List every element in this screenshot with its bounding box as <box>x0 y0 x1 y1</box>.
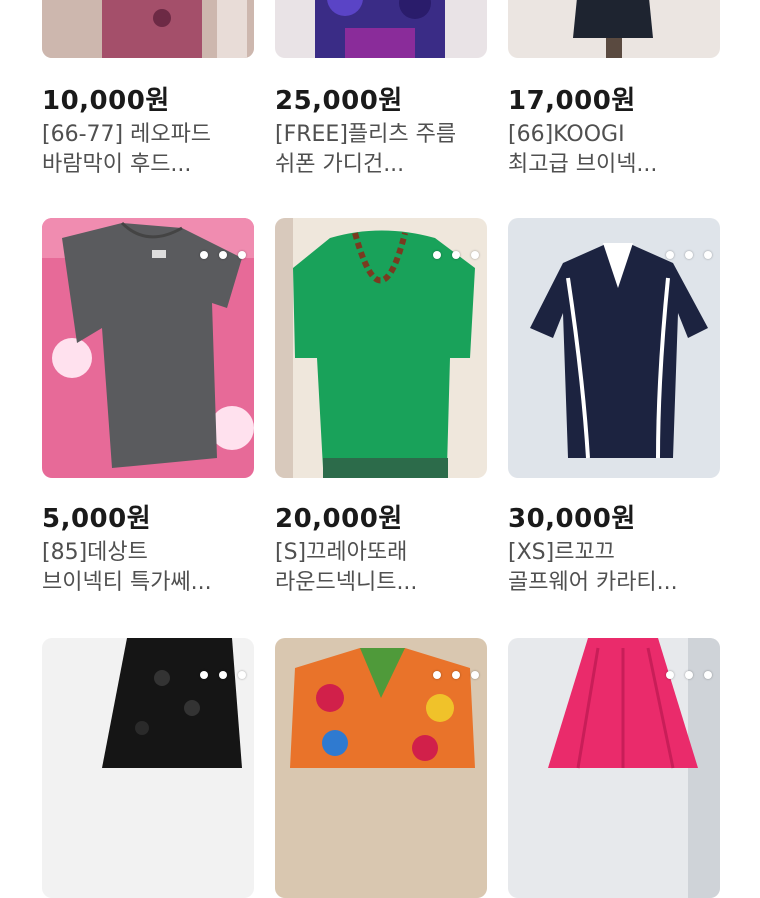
product-title[interactable]: [XS]르꼬끄 골프웨어 카라티... <box>508 538 720 598</box>
product-image[interactable] <box>275 638 487 898</box>
product-title-line: [66-77] 레오파드 <box>42 122 212 147</box>
product-title-line: 라운드넥니트... <box>275 570 418 595</box>
product-title-line: [85]데상트 <box>42 540 148 565</box>
product-title-line: 골프웨어 카라티... <box>508 570 678 595</box>
product-image[interactable] <box>42 638 254 898</box>
product-price[interactable]: 25,000원 <box>275 80 403 117</box>
more-horizontal-icon[interactable] <box>200 668 246 682</box>
product-image[interactable] <box>275 0 487 58</box>
product-image[interactable] <box>508 638 720 898</box>
product-title[interactable]: [66]KOOGI 최고급 브이넥... <box>508 120 720 180</box>
product-image[interactable] <box>508 218 720 478</box>
product-title-line: 바람막이 후드... <box>42 152 192 177</box>
more-horizontal-icon[interactable] <box>433 248 479 262</box>
product-title[interactable]: [66-77] 레오파드 바람막이 후드... <box>42 120 254 180</box>
product-image[interactable] <box>42 218 254 478</box>
product-title-line: 최고급 브이넥... <box>508 152 658 177</box>
more-horizontal-icon[interactable] <box>433 668 479 682</box>
product-title[interactable]: [S]끄레아또래 라운드넥니트... <box>275 538 487 598</box>
product-price[interactable]: 20,000원 <box>275 498 403 535</box>
product-image[interactable] <box>42 0 254 58</box>
product-price[interactable]: 30,000원 <box>508 498 636 535</box>
product-title[interactable]: [FREE]플리츠 주름 쉬폰 가디건... <box>275 120 487 180</box>
product-image[interactable] <box>275 218 487 478</box>
product-image[interactable] <box>508 0 720 58</box>
product-title[interactable]: [85]데상트 브이넥티 특가쎄... <box>42 538 254 598</box>
more-horizontal-icon[interactable] <box>666 668 712 682</box>
product-grid: 10,000원 [66-77] 레오파드 바람막이 후드... 25,000원 … <box>0 0 760 898</box>
product-title-line: [66]KOOGI <box>508 122 625 147</box>
product-title-line: 쉬폰 가디건... <box>275 152 405 177</box>
more-horizontal-icon[interactable] <box>200 248 246 262</box>
product-title-line: 브이넥티 특가쎄... <box>42 570 212 595</box>
product-price[interactable]: 10,000원 <box>42 80 170 117</box>
product-title-line: [XS]르꼬끄 <box>508 540 615 565</box>
product-title-line: [FREE]플리츠 주름 <box>275 122 457 147</box>
product-title-line: [S]끄레아또래 <box>275 540 408 565</box>
product-price[interactable]: 17,000원 <box>508 80 636 117</box>
more-horizontal-icon[interactable] <box>666 248 712 262</box>
product-price[interactable]: 5,000원 <box>42 498 151 535</box>
